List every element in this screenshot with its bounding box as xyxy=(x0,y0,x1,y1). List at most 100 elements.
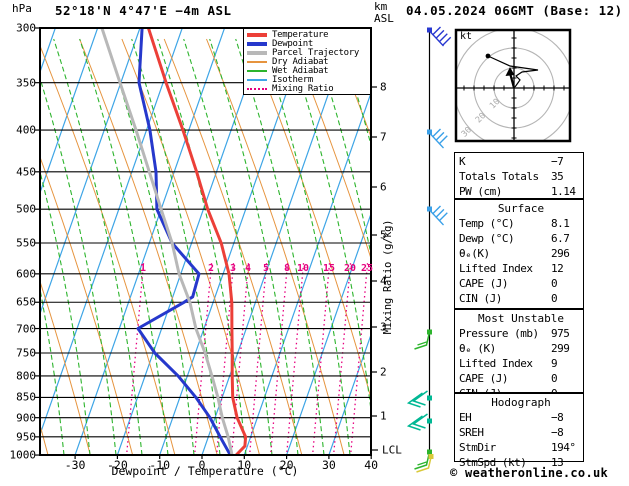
km-tick-label: 1 xyxy=(380,409,387,423)
panel-row-label: CAPE (J) xyxy=(459,372,508,385)
wet-adiabat-line xyxy=(365,38,370,55)
legend-label: Dry Adiabat xyxy=(272,57,329,68)
legend-label: Isotherm xyxy=(272,74,313,85)
legend-swatch-isotherm xyxy=(247,78,267,81)
panel-row: CAPE (J) 0 xyxy=(459,276,583,291)
panel-row: K −7 xyxy=(459,154,583,169)
barb-feather xyxy=(432,205,441,215)
barb-feather xyxy=(435,208,445,218)
panel-row-value: 0 xyxy=(551,292,558,305)
wet-adiabat-line xyxy=(287,38,370,407)
panel-row: StmDir 194° xyxy=(459,440,583,455)
panel-row-value: 975 xyxy=(551,327,570,340)
hodograph-unit-label: kt xyxy=(460,31,473,42)
wet-adiabat-line xyxy=(235,38,325,454)
pressure-tick-label: 700 xyxy=(16,322,36,336)
pressure-unit-label: hPa xyxy=(12,2,32,15)
panel-row-value: 0 xyxy=(551,372,558,385)
panel-row-value: −8 xyxy=(551,426,564,439)
panel-row-label: StmDir xyxy=(459,441,496,454)
mixing-ratio-label: 15 xyxy=(322,263,336,274)
panel-row-value: 6.7 xyxy=(551,232,570,245)
barb-hook xyxy=(414,451,431,470)
panel-row-label: θₑ(K) xyxy=(459,247,490,260)
legend-swatch-dry-adiabat xyxy=(247,61,267,64)
panel-row-value: −8 xyxy=(551,411,564,424)
mixing-ratio-line xyxy=(350,261,369,453)
panel-title: Most Unstable xyxy=(477,312,565,325)
panel-row-value: 0 xyxy=(551,277,558,290)
legend-label: Parcel Trajectory xyxy=(272,48,360,59)
km-tick-label: 2 xyxy=(380,365,387,379)
panel-row: SREH −8 xyxy=(459,425,583,440)
barb-feather xyxy=(435,131,445,141)
station-title: 52°18'N 4°47'E −4m ASL xyxy=(55,3,232,18)
panel-row-label: EH xyxy=(459,411,472,424)
panel-row-value: −7 xyxy=(551,155,564,168)
panel-row-label: K xyxy=(459,155,466,168)
legend-row: Mixing Ratio xyxy=(247,84,370,93)
pressure-tick-label: 850 xyxy=(16,390,36,404)
panel-row-value: 35 xyxy=(551,170,564,183)
temperature-curve xyxy=(147,29,248,454)
legend-swatch-mixing-ratio xyxy=(247,87,267,90)
pressure-tick-label: 650 xyxy=(16,295,36,309)
panel-row-label: SREH xyxy=(459,426,484,439)
mixing-ratio-line xyxy=(333,261,352,453)
pressure-tick-label: 450 xyxy=(16,165,36,179)
temp-tick-label: -30 xyxy=(64,458,86,472)
legend-swatch-wet-adiabat xyxy=(247,70,267,72)
barb-feather xyxy=(438,212,448,222)
panel-row: Pressure (mb) 975 xyxy=(459,326,583,341)
lcl-label: LCL xyxy=(382,443,402,457)
mixing-ratio-label: 8 xyxy=(283,263,291,274)
panel-row-label: Pressure (mb) xyxy=(459,327,539,340)
pressure-tick-label: 950 xyxy=(16,430,36,444)
wind-barb-marker xyxy=(427,395,432,401)
mixing-ratio-label: 2 xyxy=(207,263,215,274)
mixing-ratio-line xyxy=(249,261,268,453)
panel-row-value: 12 xyxy=(551,262,564,275)
panel-row-value: 8.1 xyxy=(551,217,570,230)
pressure-tick-label: 600 xyxy=(16,267,36,281)
panel-title: Hodograph xyxy=(491,396,551,409)
panel-row: EH −8 xyxy=(459,410,583,425)
panel-row-value: 194° xyxy=(551,441,576,454)
panel-row: Lifted Index 12 xyxy=(459,261,583,276)
legend-label: Temperature xyxy=(272,30,329,41)
panel-row: θₑ (K) 299 xyxy=(459,341,583,356)
dry-adiabat-line xyxy=(332,38,370,136)
panel-row: θₑ(K) 296 xyxy=(459,246,583,261)
pressure-tick-label: 800 xyxy=(16,369,36,383)
panel-row: Dewp (°C) 6.7 xyxy=(459,231,583,246)
panel-row-label: PW (cm) xyxy=(459,185,502,198)
legend-label: Mixing Ratio xyxy=(272,83,334,94)
km-tick-label: 6 xyxy=(380,180,387,194)
x-axis-title: Dewpoint / Temperature (°C) xyxy=(111,464,299,478)
mixing-ratio-axis-title: Mixing Ratio (g/kg) xyxy=(382,219,394,335)
panel-row: CIN (J) 0 xyxy=(459,291,583,306)
barb-feather xyxy=(417,341,427,346)
panel-row: Temp (°C) 8.1 xyxy=(459,216,583,231)
panel-row-label: Temp (°C) xyxy=(459,217,515,230)
legend-label: Wet Adiabat xyxy=(272,66,329,76)
barb-feather xyxy=(432,128,441,138)
altitude-unit-label: km ASL xyxy=(374,0,394,25)
km-tick-label: 7 xyxy=(380,130,387,144)
hodograph-ring-label: 30 xyxy=(460,125,474,139)
panel-row-label: CIN (J) xyxy=(459,292,502,305)
datetime-title: 04.05.2024 06GMT (Base: 12) xyxy=(406,3,623,18)
hodograph-stats-panel: Hodograph EH −8 SREH −8 StmDir 194° StmSpd (kt)… xyxy=(454,393,584,469)
panel-row-value: 1.14 xyxy=(551,185,576,198)
wet-adiabat-line xyxy=(79,38,169,454)
wind-barb-marker xyxy=(427,418,432,424)
wet-adiabat-line xyxy=(183,38,273,454)
copyright-footer: © weatheronline.co.uk xyxy=(450,466,609,480)
pressure-tick-label: 300 xyxy=(16,21,36,35)
panel-row-label: θₑ (K) xyxy=(459,342,496,355)
mixing-ratio-label: 3 xyxy=(229,263,237,274)
wind-barb xyxy=(427,26,452,47)
pressure-tick-label: 350 xyxy=(16,76,36,90)
mixing-ratio-line xyxy=(312,261,331,453)
pressure-tick-label: 500 xyxy=(16,202,36,216)
